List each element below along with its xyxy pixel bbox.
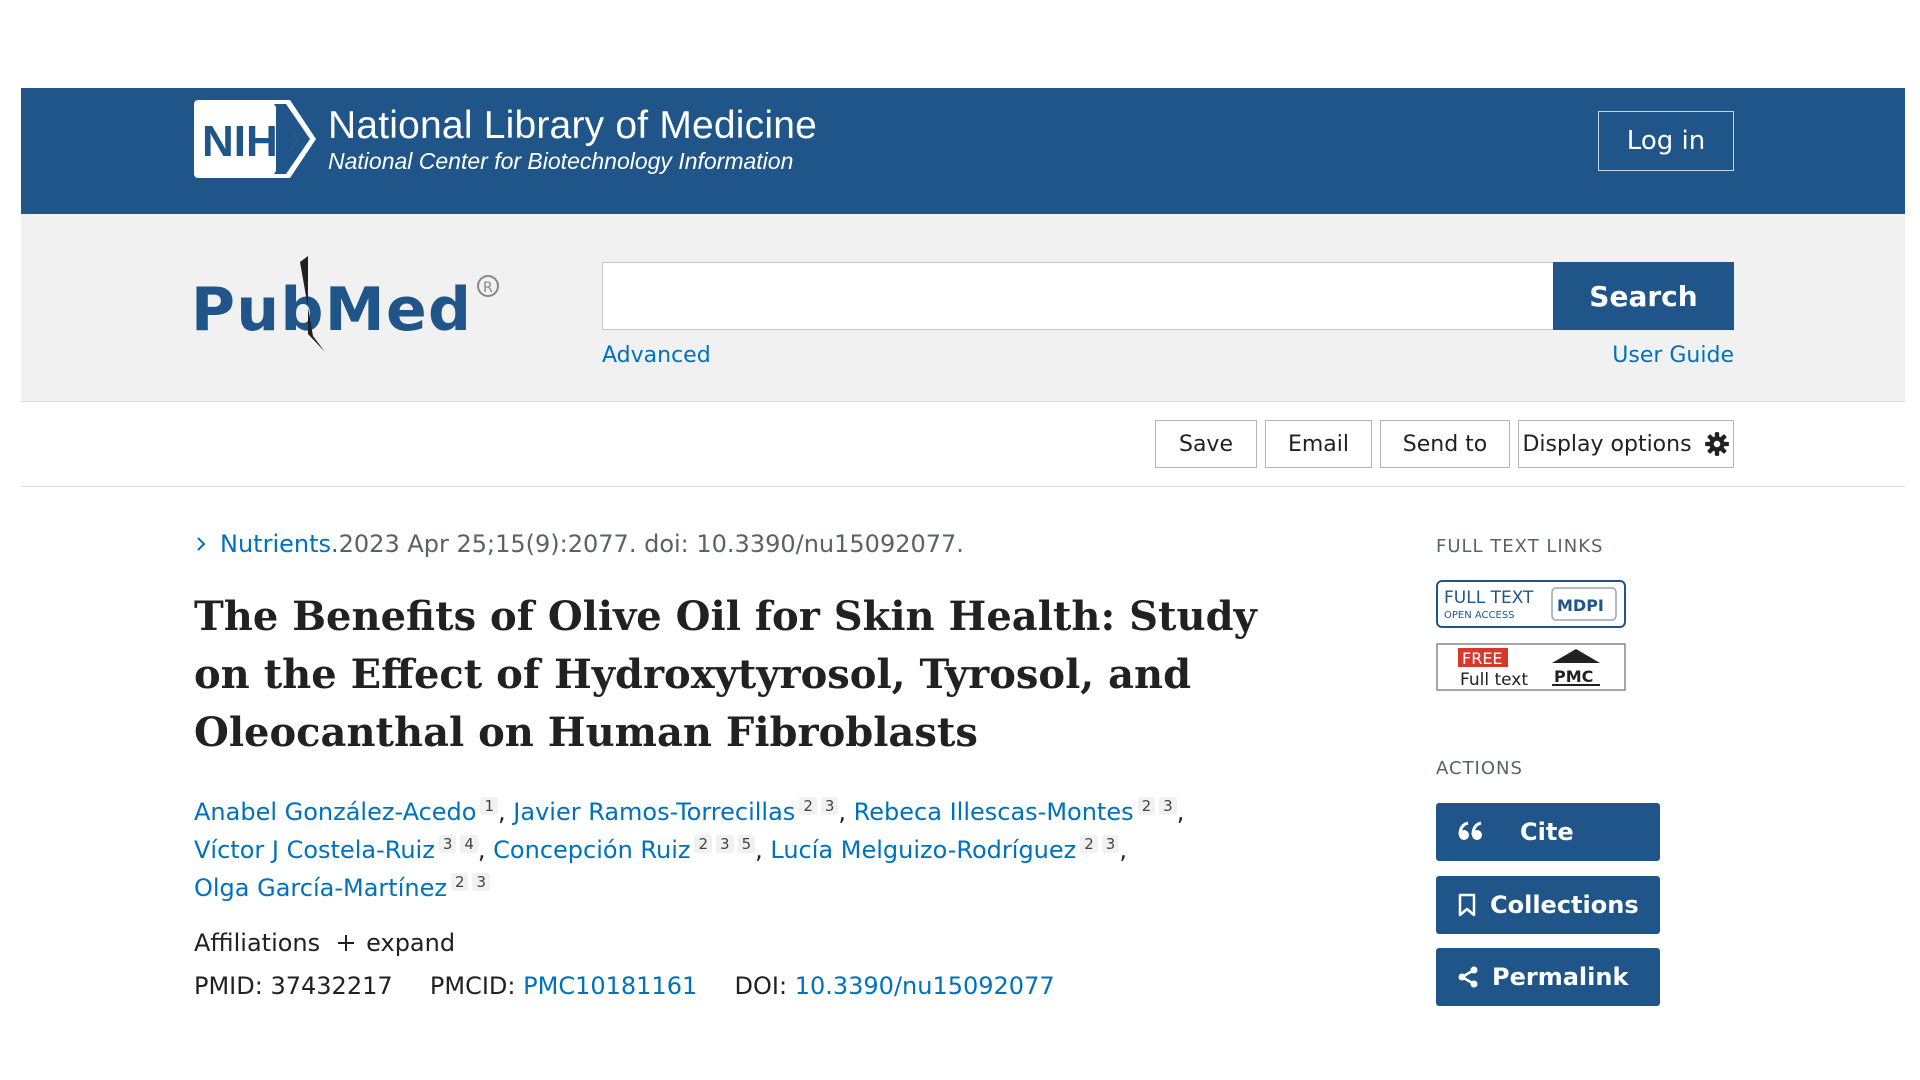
chevron-right-icon[interactable] bbox=[194, 537, 208, 551]
cite-button[interactable]: Cite bbox=[1436, 803, 1660, 861]
actions-heading: ACTIONS bbox=[1436, 758, 1523, 779]
author-link[interactable]: Concepción Ruiz bbox=[493, 836, 690, 864]
collections-button[interactable]: Collections bbox=[1436, 876, 1660, 934]
affiliation-marker[interactable]: 3 bbox=[472, 873, 491, 891]
affiliation-marker[interactable]: 3 bbox=[1159, 797, 1177, 815]
collections-label: Collections bbox=[1490, 891, 1639, 919]
affiliation-marker[interactable]: 5 bbox=[737, 835, 756, 853]
toolbar-divider bbox=[21, 486, 1905, 487]
search-button[interactable]: Search bbox=[1553, 262, 1734, 330]
pmid-label: PMID: bbox=[194, 972, 263, 1000]
page-frame: NIH National Library of Medicine Nationa… bbox=[21, 0, 1905, 1080]
svg-text:MDPI: MDPI bbox=[1557, 596, 1604, 615]
full-text-links-heading: FULL TEXT LINKS bbox=[1436, 536, 1604, 557]
affiliation-marker[interactable]: 4 bbox=[460, 835, 478, 853]
svg-text:PMC: PMC bbox=[1554, 667, 1593, 686]
author-separator: , bbox=[498, 798, 514, 826]
doi-link[interactable]: 10.3390/nu15092077 bbox=[795, 972, 1055, 1000]
author-list: Anabel González-Acedo 1, Javier Ramos-Tor… bbox=[194, 793, 1194, 907]
bookmark-icon bbox=[1458, 893, 1476, 917]
author-separator: , bbox=[477, 836, 494, 864]
doi-label: DOI: bbox=[734, 972, 788, 1000]
author-separator: , bbox=[755, 836, 771, 864]
affiliations-row: Affiliations expand bbox=[194, 929, 455, 957]
affiliation-marker[interactable]: 2 bbox=[1080, 835, 1098, 853]
plus-icon bbox=[338, 935, 355, 951]
author-separator: , bbox=[1176, 798, 1185, 826]
cite-label: Cite bbox=[1520, 818, 1574, 846]
pubmed-logo-text: PubMed bbox=[191, 275, 471, 345]
login-button[interactable]: Log in bbox=[1598, 111, 1734, 171]
pmc-free-full-text-badge[interactable]: FREE Full text PMC bbox=[1436, 643, 1626, 691]
nih-logo-text: NIH bbox=[202, 117, 278, 166]
permalink-label: Permalink bbox=[1492, 963, 1629, 991]
author-separator: , bbox=[838, 798, 854, 826]
save-button[interactable]: Save bbox=[1155, 420, 1257, 468]
quote-icon bbox=[1458, 821, 1482, 840]
author-link[interactable]: Olga García-Martínez bbox=[194, 874, 447, 902]
display-options-button[interactable]: Display options bbox=[1518, 420, 1734, 468]
affiliation-marker[interactable]: 3 bbox=[716, 835, 734, 853]
author-link[interactable]: Rebeca Illescas-Montes bbox=[854, 798, 1134, 826]
gear-icon bbox=[1704, 432, 1729, 456]
user-guide-link[interactable]: User Guide bbox=[1612, 343, 1734, 368]
affiliation-marker[interactable]: 2 bbox=[450, 873, 469, 891]
author-link[interactable]: Víctor J Costela-Ruiz bbox=[194, 836, 435, 864]
article-title: The Benefits of Olive Oil for Skin Healt… bbox=[194, 593, 1257, 756]
affiliation-marker[interactable]: 3 bbox=[820, 797, 839, 815]
identifiers-row: PMID: 37432217 PMCID: PMC10181161 DOI: 1… bbox=[194, 972, 1055, 1000]
affiliation-marker[interactable]: 2 bbox=[799, 797, 817, 815]
display-options-label: Display options bbox=[1522, 431, 1692, 457]
author-link[interactable]: Javier Ramos-Torrecillas bbox=[513, 798, 795, 826]
affiliation-marker[interactable]: 2 bbox=[694, 835, 713, 853]
expand-label: expand bbox=[366, 929, 456, 957]
svg-text:FREE: FREE bbox=[1462, 649, 1503, 668]
pmid-value: 37432217 bbox=[270, 972, 393, 1000]
journal-link[interactable]: Nutrients. bbox=[220, 530, 339, 558]
svg-text:R: R bbox=[483, 280, 493, 296]
svg-text:OPEN ACCESS: OPEN ACCESS bbox=[1444, 610, 1515, 621]
pubmed-logo[interactable]: PubMed R bbox=[191, 252, 511, 352]
affiliation-marker[interactable]: 3 bbox=[438, 835, 457, 853]
mdpi-full-text-badge[interactable]: FULL TEXT OPEN ACCESS MDPI bbox=[1436, 580, 1626, 628]
search-input[interactable] bbox=[602, 262, 1574, 330]
share-icon bbox=[1458, 966, 1478, 988]
svg-text:FULL TEXT: FULL TEXT bbox=[1444, 588, 1534, 608]
expand-affiliations-button[interactable]: expand bbox=[336, 929, 455, 957]
svg-text:Full text: Full text bbox=[1460, 670, 1528, 690]
citation-line: Nutrients. 2023 Apr 25;15(9):2077. doi: … bbox=[194, 530, 964, 558]
pmcid-link[interactable]: PMC10181161 bbox=[523, 972, 697, 1000]
advanced-search-link[interactable]: Advanced bbox=[602, 343, 711, 368]
nih-logo[interactable]: NIH bbox=[194, 100, 320, 178]
send-to-button[interactable]: Send to bbox=[1380, 420, 1510, 468]
author-separator: , bbox=[1119, 836, 1127, 864]
author-link[interactable]: Lucía Melguizo-Rodríguez bbox=[770, 836, 1076, 864]
pmcid-label: PMCID: bbox=[429, 972, 516, 1000]
org-name: National Library of Medicine bbox=[328, 104, 818, 147]
citation-details: 2023 Apr 25;15(9):2077. doi: 10.3390/nu1… bbox=[338, 530, 964, 558]
affiliation-marker[interactable]: 3 bbox=[1101, 835, 1120, 853]
permalink-button[interactable]: Permalink bbox=[1436, 948, 1660, 1006]
author-link[interactable]: Anabel González-Acedo bbox=[194, 798, 476, 826]
affiliations-label: Affiliations bbox=[194, 929, 321, 957]
affiliation-marker[interactable]: 2 bbox=[1137, 797, 1156, 815]
affiliation-marker[interactable]: 1 bbox=[480, 797, 499, 815]
org-subtitle: National Center for Biotechnology Inform… bbox=[328, 148, 794, 174]
email-button[interactable]: Email bbox=[1265, 420, 1372, 468]
